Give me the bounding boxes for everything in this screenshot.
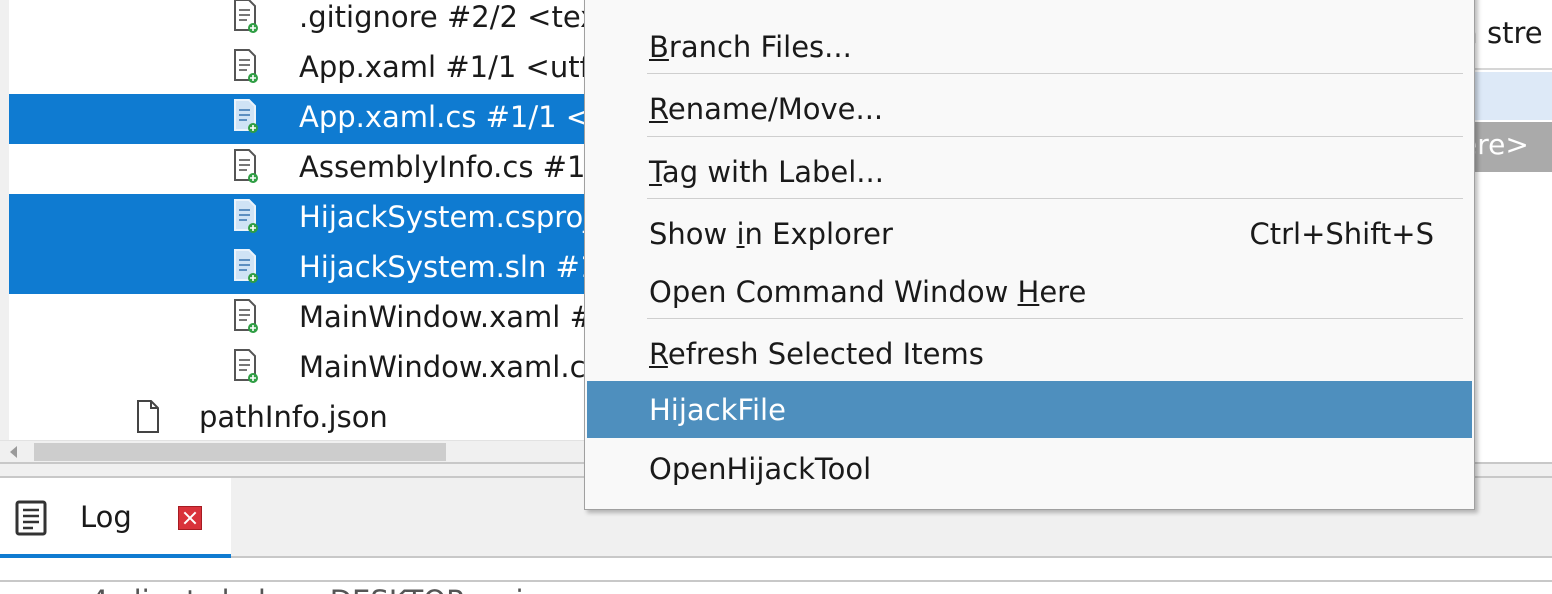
menu-item-label: Rename/Move... (649, 92, 883, 126)
tree-row-assemblyinfo[interactable]: AssemblyInfo.cs #1/ (9, 144, 584, 194)
tree-row-csproj[interactable]: HijackSystem.csproj (9, 194, 584, 244)
log-icon (15, 500, 47, 536)
log-header-divider (0, 558, 1552, 582)
tree-row-label: MainWindow.xaml # (299, 300, 584, 334)
tree-row-mainwindow-xaml-cs[interactable]: MainWindow.xaml.c (9, 344, 584, 394)
label-accel: i (736, 217, 745, 251)
label-post: ranch Files... (668, 30, 852, 64)
menu-item-label: Refresh Selected Items (649, 337, 984, 371)
tree-gutter (0, 0, 9, 440)
tree-row-label: App.xaml.cs #1/1 <u (299, 100, 584, 134)
context-menu: Branch Files... Rename/Move... Tag with … (584, 0, 1475, 510)
label-accel: H (1017, 275, 1040, 309)
tracked-file-icon (234, 49, 258, 83)
tree-row-label: pathInfo.json (199, 400, 388, 434)
label-pre: Show (649, 217, 737, 251)
tree-row-label: App.xaml #1/1 <utf (299, 50, 584, 84)
tracked-file-icon (234, 199, 258, 233)
tree-row-pathinfo[interactable]: pathInfo.json (9, 394, 584, 444)
menu-item-shortcut: Ctrl+Shift+S (1249, 217, 1434, 251)
scroll-left-arrow-icon[interactable] (10, 446, 17, 458)
menu-item-label: Show in Explorer (649, 217, 893, 251)
tracked-file-icon (234, 0, 258, 33)
label-post: ere (1039, 275, 1087, 309)
tab-log-label: Log (80, 500, 132, 534)
untracked-file-icon (137, 400, 159, 433)
menu-item-hijackfile[interactable]: HijackFile (587, 381, 1472, 438)
tree-row-app-xaml[interactable]: App.xaml #1/1 <utf (9, 44, 584, 94)
tracked-file-icon (234, 299, 258, 333)
label-accel: R (649, 92, 668, 126)
highlight-band (1474, 72, 1552, 120)
menu-item-refresh-selected[interactable]: Refresh Selected Items (587, 329, 1472, 381)
tree-row-gitignore[interactable]: .gitignore #2/2 <tex (9, 0, 584, 44)
menu-item-label: Tag with Label... (649, 155, 884, 189)
label-post: ename/Move... (667, 92, 884, 126)
menu-separator (647, 198, 1463, 199)
tree-row-label: HijackSystem.sln #1/ (299, 250, 584, 284)
log-list: 4 clients belong DESKTOP-qwiq (0, 558, 1552, 594)
file-tree-panel: .gitignore #2/2 <tex App.xaml #1/1 <utf … (0, 0, 584, 463)
menu-item-label: OpenHijackTool (649, 452, 872, 486)
tracked-file-icon (234, 349, 258, 383)
label-accel: R (649, 337, 668, 371)
tree-row-label: MainWindow.xaml.c (299, 350, 584, 384)
tree-row-label: .gitignore #2/2 <tex (299, 0, 584, 34)
scrollbar-thumb[interactable] (34, 443, 446, 461)
tree-row-label: AssemblyInfo.cs #1/ (299, 150, 584, 184)
tree-row-mainwindow-xaml[interactable]: MainWindow.xaml # (9, 294, 584, 344)
right-background-pane: a stre ere> (1460, 0, 1552, 462)
tree-row-sln[interactable]: HijackSystem.sln #1/ (9, 244, 584, 294)
menu-separator (647, 318, 1463, 319)
menu-item-label: Branch Files... (649, 30, 852, 64)
menu-item-branch-files[interactable]: Branch Files... (587, 22, 1472, 74)
menu-item-show-in-explorer[interactable]: Show in Explorer Ctrl+Shift+S (587, 209, 1472, 261)
tree-row-label: HijackSystem.csproj (299, 200, 584, 234)
menu-item-label: HijackFile (649, 393, 786, 427)
label-accel: T (649, 155, 662, 189)
label-post: efresh Selected Items (667, 337, 984, 371)
menu-item-rename-move[interactable]: Rename/Move... (587, 84, 1472, 136)
label-post: ag with Label... (661, 155, 884, 189)
close-icon[interactable] (178, 506, 202, 530)
label-pre: Open Command Window (649, 275, 1018, 309)
label-post: n Explorer (744, 217, 893, 251)
tracked-file-icon (234, 149, 258, 183)
menu-separator (647, 73, 1463, 74)
menu-item-tag-with-label[interactable]: Tag with Label... (587, 147, 1472, 199)
menu-item-open-command-window[interactable]: Open Command Window Here (587, 267, 1472, 319)
menu-item-openhijacktool[interactable]: OpenHijackTool (587, 444, 1472, 496)
gray-button[interactable]: ere> (1460, 122, 1552, 172)
tab-log[interactable]: Log (0, 478, 231, 558)
horizontal-scrollbar[interactable] (0, 440, 584, 463)
tracked-file-icon (234, 249, 258, 283)
label-accel: B (649, 30, 669, 64)
tracked-file-icon (234, 99, 258, 133)
tree-row-app-xaml-cs[interactable]: App.xaml.cs #1/1 <u (9, 94, 584, 144)
menu-item-label: Open Command Window Here (649, 275, 1086, 309)
menu-separator (647, 136, 1463, 137)
divider (1474, 68, 1552, 70)
log-line: 4 clients belong DESKTOP-qwiq (90, 584, 542, 594)
